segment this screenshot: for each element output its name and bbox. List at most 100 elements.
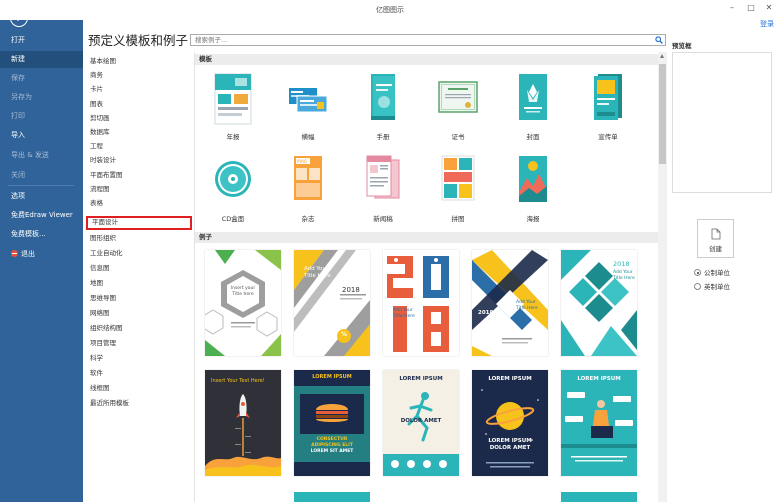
burger-poster-art — [294, 370, 370, 476]
sidebar-item-print[interactable]: 打印 — [0, 108, 83, 125]
sidebar-item-open[interactable]: 打开 — [0, 32, 83, 49]
template-label: 手册 — [376, 133, 390, 141]
category-item[interactable]: 基本绘图 — [86, 55, 191, 68]
sidebar-item-save[interactable]: 保存 — [0, 70, 83, 87]
template-cover[interactable]: 封面 — [503, 72, 563, 146]
category-item[interactable]: 时装设计 — [86, 154, 191, 167]
template-label: 封面 — [526, 133, 540, 141]
template-label: 横幅 — [301, 133, 315, 141]
category-item[interactable]: 思维导图 — [86, 292, 191, 305]
template-newsletter[interactable]: 新闻稿 — [353, 154, 413, 228]
category-item-selected[interactable]: 平面设计 — [86, 216, 192, 230]
template-certificate[interactable]: 证书 — [428, 72, 488, 146]
example-burger-poster[interactable]: LOREM IPSUM CONSECTUR ADIPISCING ELIT LORE… — [294, 370, 370, 476]
example-subtitle: LOREM IPSUM DOLOR AMET — [472, 438, 548, 452]
example-title: Add Your Title Here — [516, 300, 538, 312]
example-chevron-poster[interactable]: 2018 Add Your Title Here — [472, 250, 548, 356]
sidebar-item-save-as[interactable]: 另存为 — [0, 89, 83, 106]
search-icon[interactable] — [655, 36, 663, 44]
sidebar-item-exit[interactable]: 退出 — [0, 246, 83, 263]
window-title: 亿图图示 — [376, 6, 404, 14]
close-button[interactable]: ✕ — [762, 2, 776, 14]
category-item[interactable]: 卡片 — [86, 83, 191, 96]
example-title: LOREM IPSUM — [577, 376, 621, 382]
template-collage[interactable]: 拼图 — [428, 154, 488, 228]
template-label: 拼图 — [451, 215, 465, 223]
template-magazine[interactable]: MAG 杂志 — [278, 154, 338, 228]
backstage-sidebar: 打开 新建 保存 另存为 打印 导入 导出 & 发送 关闭 选项 免费Edraw… — [0, 0, 83, 502]
example-text: Title Here — [613, 276, 635, 281]
example-text: ADIPISCING ELIT — [311, 443, 353, 448]
example-runner-poster[interactable]: LOREM IPSUM DOLOR AMET — [383, 370, 459, 476]
imperial-units-radio[interactable]: 英制单位 — [694, 281, 730, 291]
template-annual-report[interactable]: 年报 — [203, 72, 263, 146]
template-flyer[interactable]: 宣传单 — [578, 72, 638, 146]
sidebar-item-options[interactable]: 选项 — [0, 188, 83, 205]
category-item[interactable]: 工业自动化 — [86, 247, 191, 260]
template-cd[interactable]: CD盒面 — [203, 154, 263, 228]
search-box[interactable] — [190, 34, 666, 46]
example-title: Add Your Title Here — [393, 308, 423, 320]
example-year: 2018 — [613, 260, 630, 268]
search-input[interactable] — [191, 35, 641, 45]
template-label: 宣传单 — [598, 133, 618, 141]
create-label: 创建 — [709, 245, 722, 253]
category-item[interactable]: 数据库 — [86, 126, 191, 139]
example-partial[interactable] — [294, 492, 370, 502]
template-manual[interactable]: 手册 — [353, 72, 413, 146]
example-teal-diamond-poster[interactable]: 2018 Add Your Title Here — [561, 250, 637, 356]
login-link[interactable]: 登录 — [760, 19, 774, 29]
sidebar-item-edraw-viewer[interactable]: 免费Edraw Viewer — [0, 207, 83, 224]
category-item[interactable]: 图表 — [86, 98, 191, 111]
example-yellow-gray-poster[interactable]: Add Your Title Here 2018 % — [294, 250, 370, 356]
new-document-icon — [711, 228, 721, 240]
sidebar-item-import[interactable]: 导入 — [0, 127, 83, 144]
template-banner[interactable]: 横幅 — [278, 72, 338, 146]
category-item[interactable]: 最近所用模板 — [86, 397, 191, 410]
collage-icon — [441, 155, 475, 201]
scroll-thumb[interactable] — [659, 64, 666, 164]
sidebar-item-exit-label: 退出 — [21, 250, 35, 258]
example-rocket-poster[interactable]: Insert Your Text Here! — [205, 370, 281, 476]
category-item[interactable]: 商务 — [86, 69, 191, 82]
category-item[interactable]: 平面布置图 — [86, 169, 191, 182]
maximize-button[interactable]: □ — [744, 2, 758, 14]
template-poster[interactable]: 海报 — [503, 154, 563, 228]
category-item[interactable]: 科学 — [86, 352, 191, 365]
category-item[interactable]: 工程 — [86, 140, 191, 153]
reader-poster-art — [561, 370, 637, 476]
templates-heading: 模板 — [195, 54, 661, 65]
category-item[interactable]: 剪切画 — [86, 112, 191, 125]
category-item[interactable]: 地图 — [86, 277, 191, 290]
certificate-icon — [438, 81, 478, 113]
category-item[interactable]: 流程图 — [86, 183, 191, 196]
category-item[interactable]: 线框图 — [86, 382, 191, 395]
example-hexagon-poster[interactable]: Insert your Title here — [205, 250, 281, 356]
category-item[interactable]: 组织结构图 — [86, 322, 191, 335]
exit-icon — [11, 250, 18, 257]
example-text: Title Here — [393, 314, 415, 319]
sidebar-item-new[interactable]: 新建 — [0, 51, 83, 68]
example-number-2018-poster[interactable]: Add Your Title Here — [383, 250, 459, 356]
example-title: LOREM IPSUM — [488, 376, 532, 382]
example-planet-poster[interactable]: LOREM IPSUM LOREM IPSUM DOLOR AMET — [472, 370, 548, 476]
radio-unchecked-icon — [694, 283, 701, 290]
create-button[interactable]: 创建 — [697, 219, 734, 258]
example-partial[interactable] — [561, 492, 637, 502]
sidebar-item-close[interactable]: 关闭 — [0, 167, 83, 184]
minimize-button[interactable]: – — [725, 2, 739, 14]
sidebar-item-free-templates[interactable]: 免费模板... — [0, 226, 83, 243]
category-item[interactable]: 信息图 — [86, 262, 191, 275]
category-item[interactable]: 网络图 — [86, 307, 191, 320]
category-item[interactable]: 软件 — [86, 367, 191, 380]
category-item[interactable]: 项目管理 — [86, 337, 191, 350]
example-reader-poster[interactable]: LOREM IPSUM — [561, 370, 637, 476]
sidebar-item-export-send[interactable]: 导出 & 发送 — [0, 147, 83, 164]
svg-text:MAG: MAG — [297, 159, 308, 165]
category-item[interactable]: 图形组织 — [86, 232, 191, 245]
metric-units-radio[interactable]: 公制单位 — [694, 267, 730, 277]
category-item[interactable]: 表格 — [86, 197, 191, 210]
annual-report-icon — [214, 73, 252, 125]
gallery-scrollbar[interactable] — [658, 52, 667, 502]
scroll-up-icon[interactable] — [660, 54, 664, 58]
